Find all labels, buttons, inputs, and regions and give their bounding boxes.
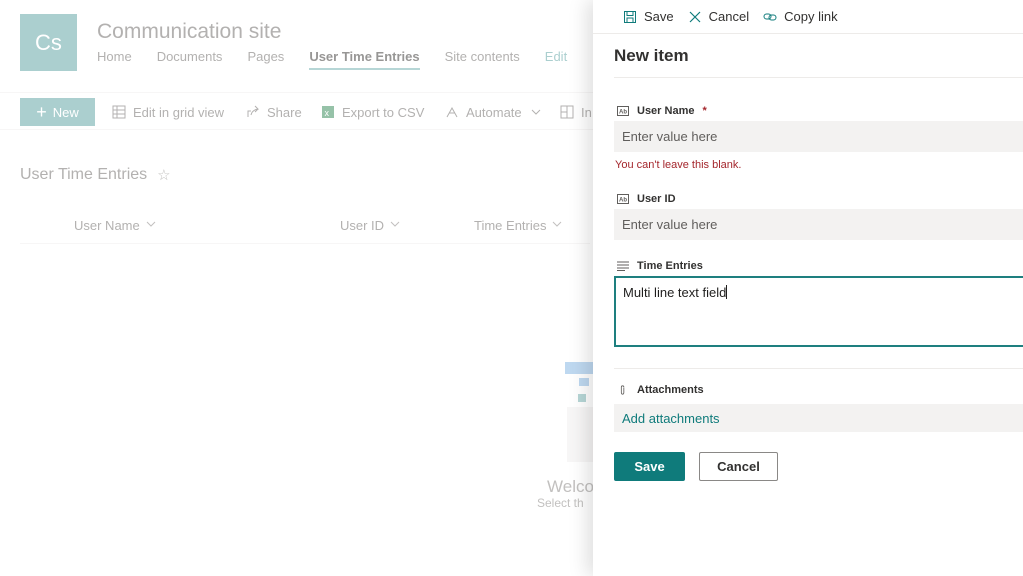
save-button[interactable]: Save: [614, 452, 685, 481]
toolbar-copy-link-button[interactable]: Copy link: [763, 9, 838, 24]
text-caret: [726, 285, 728, 299]
text-field-icon: Ab: [617, 194, 629, 204]
paperclip-icon: [620, 385, 625, 395]
cancel-button[interactable]: Cancel: [699, 452, 778, 481]
user-name-field[interactable]: Enter value here: [614, 121, 1023, 152]
user-name-error: You can't leave this blank.: [615, 159, 742, 171]
toolbar-save-label: Save: [644, 9, 674, 24]
new-item-panel: Save Cancel Copy link New item Ab User N…: [593, 0, 1023, 576]
add-attachments-link[interactable]: Add attachments: [614, 404, 1023, 432]
time-entries-textarea[interactable]: Multi line text field: [614, 276, 1023, 347]
toolbar-cancel-label: Cancel: [708, 9, 750, 24]
toolbar-copy-link-label: Copy link: [784, 9, 838, 24]
time-entries-label-text: Time Entries: [637, 260, 703, 272]
user-id-label-text: User ID: [637, 193, 676, 205]
page-overlay[interactable]: [0, 0, 593, 576]
divider: [614, 77, 1023, 78]
multiline-text-icon: [617, 261, 629, 271]
user-name-label: Ab User Name *: [617, 105, 707, 117]
user-name-label-text: User Name: [637, 105, 695, 117]
toolbar-save-button[interactable]: Save: [623, 9, 674, 24]
divider: [614, 368, 1023, 369]
link-icon: [763, 13, 777, 20]
required-marker: *: [702, 105, 707, 117]
time-entries-value: Multi line text field: [623, 285, 727, 300]
text-field-icon: Ab: [617, 106, 629, 116]
panel-heading: New item: [614, 46, 689, 65]
user-id-field[interactable]: Enter value here: [614, 209, 1023, 240]
attachments-label-text: Attachments: [637, 384, 704, 396]
attachments-label: Attachments: [617, 384, 704, 396]
save-icon: [624, 10, 636, 23]
user-id-label: Ab User ID: [617, 193, 676, 205]
svg-text:Ab: Ab: [619, 198, 627, 204]
toolbar-cancel-button[interactable]: Cancel: [688, 9, 749, 24]
time-entries-label: Time Entries: [617, 260, 703, 272]
close-icon: [689, 11, 701, 22]
svg-text:Ab: Ab: [619, 110, 627, 116]
panel-toolbar: Save Cancel Copy link: [593, 0, 1023, 34]
